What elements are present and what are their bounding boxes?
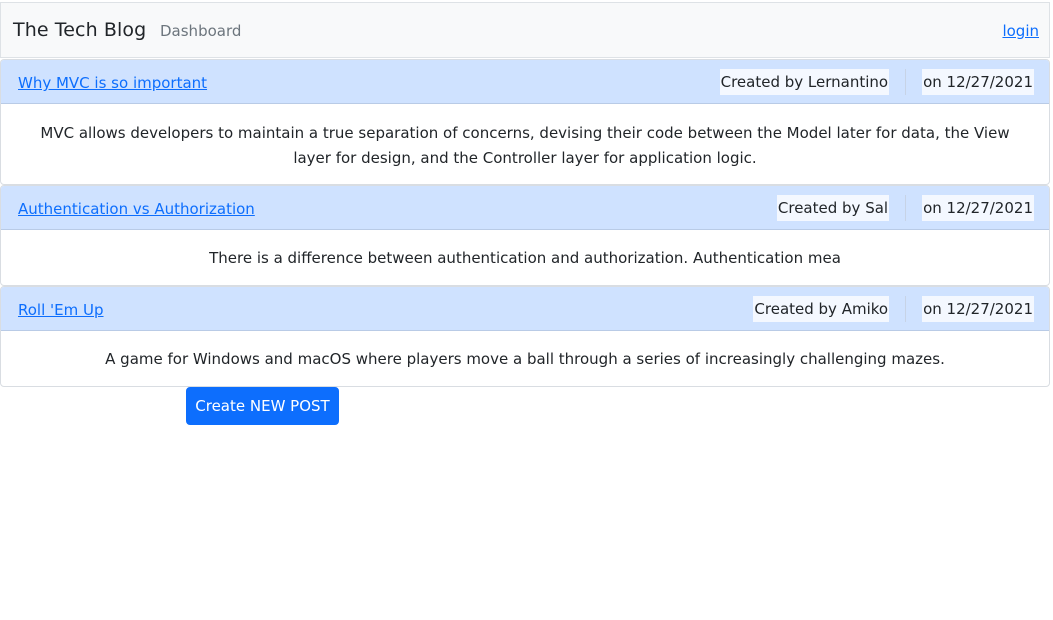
meta-divider — [905, 195, 907, 221]
post-card: Roll 'Em Up Created by Amiko on 12/27/20… — [0, 286, 1050, 387]
meta-divider — [905, 296, 907, 322]
nav-link-dashboard[interactable]: Dashboard — [160, 22, 241, 40]
post-header: Why MVC is so important Created by Lerna… — [1, 60, 1049, 104]
post-card: Authentication vs Authorization Created … — [0, 185, 1050, 286]
navbar: The Tech Blog Dashboard login — [0, 2, 1050, 58]
nav-link-login[interactable]: login — [1002, 22, 1039, 40]
post-meta: Created by Lernantino on 12/27/2021 — [719, 68, 1034, 96]
post-author: Created by Sal — [776, 195, 890, 221]
post-title-link[interactable]: Authentication vs Authorization — [18, 200, 255, 218]
post-header: Roll 'Em Up Created by Amiko on 12/27/20… — [1, 287, 1049, 331]
post-body: A game for Windows and macOS where playe… — [105, 350, 945, 368]
post-body: There is a difference between authentica… — [209, 249, 841, 267]
post-date: on 12/27/2021 — [922, 69, 1034, 95]
post-date: on 12/27/2021 — [922, 195, 1034, 221]
post-meta: Created by Sal on 12/27/2021 — [776, 194, 1034, 222]
post-author: Created by Lernantino — [719, 69, 890, 95]
brand-title[interactable]: The Tech Blog — [13, 19, 146, 41]
create-post-button[interactable]: Create NEW POST — [186, 387, 339, 425]
post-card: Why MVC is so important Created by Lerna… — [0, 59, 1050, 185]
post-body: MVC allows developers to maintain a true… — [40, 124, 1010, 167]
post-title-link[interactable]: Roll 'Em Up — [18, 301, 104, 319]
post-author: Created by Amiko — [753, 296, 890, 322]
post-header: Authentication vs Authorization Created … — [1, 186, 1049, 230]
page: The Tech Blog Dashboard login Why MVC is… — [0, 0, 1053, 620]
post-title-link[interactable]: Why MVC is so important — [18, 74, 207, 92]
post-meta: Created by Amiko on 12/27/2021 — [753, 295, 1034, 323]
meta-divider — [905, 69, 907, 95]
post-date: on 12/27/2021 — [922, 296, 1034, 322]
post-list: Why MVC is so important Created by Lerna… — [0, 59, 1050, 387]
